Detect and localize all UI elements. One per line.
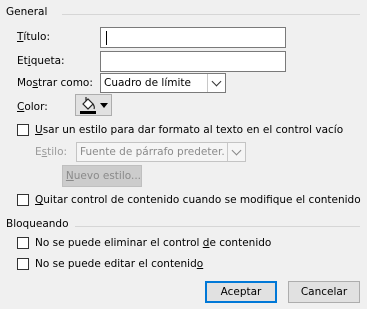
svg-text:A: A <box>63 175 64 177</box>
no-edit-checkbox[interactable] <box>17 258 29 270</box>
new-style-button[interactable]: A Nuevo estilo... <box>62 165 142 187</box>
use-style-label[interactable]: Usar un estilo para dar formato al texto… <box>35 124 343 136</box>
new-style-icon: A <box>63 175 64 177</box>
color-label: Color: <box>17 101 48 113</box>
cancel-button[interactable]: Cancelar <box>288 281 360 303</box>
remove-control-label[interactable]: Quitar control de contenido cuando se mo… <box>35 194 361 206</box>
no-edit-label[interactable]: No se puede editar el contenido <box>35 258 203 270</box>
general-section-title: General <box>6 6 48 18</box>
paint-bucket-icon <box>80 97 96 114</box>
locking-section-title: Bloqueando <box>6 218 69 230</box>
show-as-label: Mostrar como: <box>17 77 93 89</box>
chevron-down-icon[interactable] <box>207 74 225 92</box>
no-delete-label[interactable]: No se puede eliminar el control de conte… <box>35 237 271 249</box>
title-input[interactable] <box>100 27 286 48</box>
chevron-down-icon <box>100 103 108 108</box>
general-divider <box>62 14 360 15</box>
show-as-value: Cuadro de límite <box>104 77 191 89</box>
color-picker-button[interactable] <box>75 94 112 116</box>
title-label: Título: <box>17 31 50 43</box>
remove-control-checkbox[interactable] <box>17 194 29 206</box>
style-label: Estilo: <box>35 146 68 158</box>
style-value: Fuente de párrafo predeter. <box>80 146 225 158</box>
chevron-down-icon[interactable] <box>227 143 245 161</box>
tag-label: Etiqueta: <box>17 55 65 67</box>
use-style-checkbox[interactable] <box>17 124 29 136</box>
accept-button[interactable]: Aceptar <box>205 281 277 303</box>
tag-input[interactable] <box>100 51 286 72</box>
no-delete-checkbox[interactable] <box>17 237 29 249</box>
style-dropdown[interactable]: Fuente de párrafo predeter. <box>76 142 246 162</box>
locking-divider <box>75 226 360 227</box>
show-as-dropdown[interactable]: Cuadro de límite <box>100 73 226 93</box>
